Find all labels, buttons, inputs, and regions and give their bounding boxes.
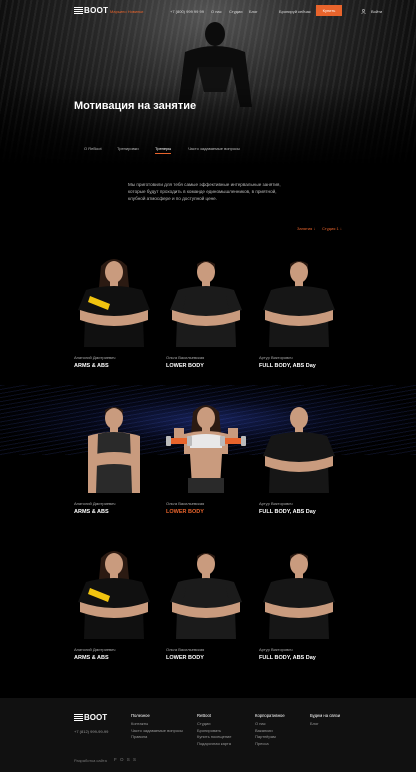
trainer-class[interactable]: FULL BODY, ABS Day bbox=[259, 655, 316, 661]
footer-column-corporate: Корпоративное О нас Вакансии Партнёрам П… bbox=[255, 713, 285, 748]
nav-blog[interactable]: Блог bbox=[249, 9, 258, 14]
footer-link[interactable]: Контакты bbox=[131, 721, 183, 727]
city-selector[interactable]: Марьино Новинки bbox=[110, 9, 143, 14]
footer-link[interactable]: Студии bbox=[197, 721, 232, 727]
trainer-name: Артур Викторович bbox=[259, 501, 293, 506]
trainer-photo[interactable] bbox=[74, 398, 154, 493]
header-phone[interactable]: +7 (800) 999 99 99 bbox=[170, 9, 204, 14]
trainer-photo[interactable] bbox=[166, 398, 246, 493]
footer-link[interactable]: Бронировать bbox=[197, 728, 232, 734]
footer: BOOT +7 (812) 999-99-99 Полезное Контакт… bbox=[0, 698, 416, 772]
footer-link[interactable]: Партнёрам bbox=[255, 734, 285, 740]
footer-logo[interactable]: BOOT bbox=[74, 713, 107, 722]
trainer-photo[interactable] bbox=[166, 544, 246, 639]
trainer-name: Ольга Васильевская bbox=[166, 647, 205, 652]
developer-credit: Разработка сайта bbox=[74, 758, 107, 763]
trainer-card[interactable]: Ольга Васильевская LOWER BODY bbox=[166, 252, 246, 382]
page-title: Мотивация на занятие bbox=[74, 100, 197, 112]
footer-column-reboot: ReBoot Студии Бронировать Купить посещен… bbox=[197, 713, 232, 748]
footer-logo-text: BOOT bbox=[84, 713, 108, 722]
trainer-card[interactable]: Артур Викторович FULL BODY, ABS Day bbox=[259, 252, 339, 382]
trainer-class[interactable]: LOWER BODY bbox=[166, 363, 204, 369]
trainer-class[interactable]: LOWER BODY bbox=[166, 509, 204, 515]
footer-column-title: Корпоративное bbox=[255, 713, 285, 718]
trainer-class[interactable]: FULL BODY, ABS Day bbox=[259, 509, 316, 515]
footer-link[interactable]: Купить посещение bbox=[197, 734, 232, 740]
trainer-card[interactable]: Анатолий Дмитриевич ARMS & ABS bbox=[74, 252, 154, 382]
filter-classes-dropdown[interactable]: Занятия ↓ bbox=[297, 226, 315, 231]
intro-text: Мы приготовили для тебя самые эффективны… bbox=[128, 182, 281, 201]
footer-link[interactable]: Пресса bbox=[255, 741, 285, 747]
tab-trainers[interactable]: Тренеры bbox=[155, 146, 172, 154]
trainer-name: Ольга Васильевская bbox=[166, 501, 205, 506]
trainer-class[interactable]: LOWER BODY bbox=[166, 655, 204, 661]
footer-logo-bars-icon bbox=[74, 714, 83, 721]
trainer-name: Ольга Васильевская bbox=[166, 355, 205, 360]
filter-studio-dropdown[interactable]: Студия 1 ↓ bbox=[322, 226, 342, 231]
trainer-photo[interactable] bbox=[259, 544, 339, 639]
trainer-class[interactable]: ARMS & ABS bbox=[74, 509, 109, 515]
tab-about[interactable]: О ReBoot bbox=[84, 146, 102, 151]
trainer-card[interactable]: Ольга Васильевская LOWER BODY bbox=[166, 544, 246, 674]
trainer-photo[interactable] bbox=[166, 252, 246, 347]
logo-text: BOOT bbox=[84, 6, 109, 15]
trainer-card[interactable]: Ольга Васильевская LOWER BODY bbox=[166, 398, 246, 528]
footer-link[interactable]: О нас bbox=[255, 721, 285, 727]
user-icon[interactable] bbox=[361, 9, 366, 14]
footer-column-title: Будем на связи bbox=[310, 713, 341, 718]
trainer-card[interactable]: Анатолий Дмитриевич ARMS & ABS bbox=[74, 398, 154, 528]
trainer-name: Анатолий Дмитриевич bbox=[74, 501, 116, 506]
trainer-card[interactable]: Анатолий Дмитриевич ARMS & ABS bbox=[74, 544, 154, 674]
trainer-photo[interactable] bbox=[259, 252, 339, 347]
developer-logo[interactable]: F O S S bbox=[114, 757, 137, 762]
footer-link[interactable]: Вакансии bbox=[255, 728, 285, 734]
hero-shade bbox=[0, 85, 416, 165]
trainer-name: Анатолий Дмитриевич bbox=[74, 355, 116, 360]
trainer-name: Анатолий Дмитриевич bbox=[74, 647, 116, 652]
footer-column-title: Полезное bbox=[131, 713, 150, 718]
tab-faq[interactable]: Часто задаваемые вопросы bbox=[188, 146, 240, 151]
trainer-class[interactable]: ARMS & ABS bbox=[74, 363, 109, 369]
nav-studios[interactable]: Студии bbox=[229, 9, 242, 14]
site-logo[interactable]: BOOT bbox=[74, 6, 108, 15]
top-navigation: BOOT Марьино Новинки +7 (800) 999 99 99 … bbox=[0, 0, 416, 22]
logo-bars-icon bbox=[74, 7, 83, 14]
book-now-link[interactable]: Бронируй сейчас bbox=[279, 9, 311, 14]
trainer-photo[interactable] bbox=[74, 252, 154, 347]
trainer-photo[interactable] bbox=[74, 544, 154, 639]
footer-phone[interactable]: +7 (812) 999-99-99 bbox=[74, 729, 108, 734]
footer-column-contact: Будем на связи Блог bbox=[310, 713, 340, 729]
footer-column-useful: Полезное Контакты Часто задаваемые вопро… bbox=[131, 713, 183, 742]
trainer-card[interactable]: Артур Викторович FULL BODY, ABS Day bbox=[259, 544, 339, 674]
buy-button[interactable]: Купить bbox=[316, 5, 342, 16]
trainer-class[interactable]: FULL BODY, ABS Day bbox=[259, 363, 316, 369]
footer-column-title: ReBoot bbox=[197, 713, 211, 718]
login-link[interactable]: Войти bbox=[371, 9, 382, 14]
trainer-name: Артур Викторович bbox=[259, 647, 293, 652]
hero-banner bbox=[0, 0, 416, 165]
tab-workouts[interactable]: Тренировки bbox=[117, 146, 139, 151]
trainer-name: Артур Викторович bbox=[259, 355, 293, 360]
trainer-class[interactable]: ARMS & ABS bbox=[74, 655, 109, 661]
trainer-photo[interactable] bbox=[259, 398, 339, 493]
footer-link[interactable]: Блог bbox=[310, 721, 340, 727]
footer-link[interactable]: Подарочная карта bbox=[197, 741, 232, 747]
footer-link[interactable]: Часто задаваемые вопросы bbox=[131, 728, 183, 734]
footer-link[interactable]: Правила bbox=[131, 734, 183, 740]
nav-about[interactable]: О нас bbox=[211, 9, 222, 14]
trainer-card[interactable]: Артур Викторович FULL BODY, ABS Day bbox=[259, 398, 339, 528]
